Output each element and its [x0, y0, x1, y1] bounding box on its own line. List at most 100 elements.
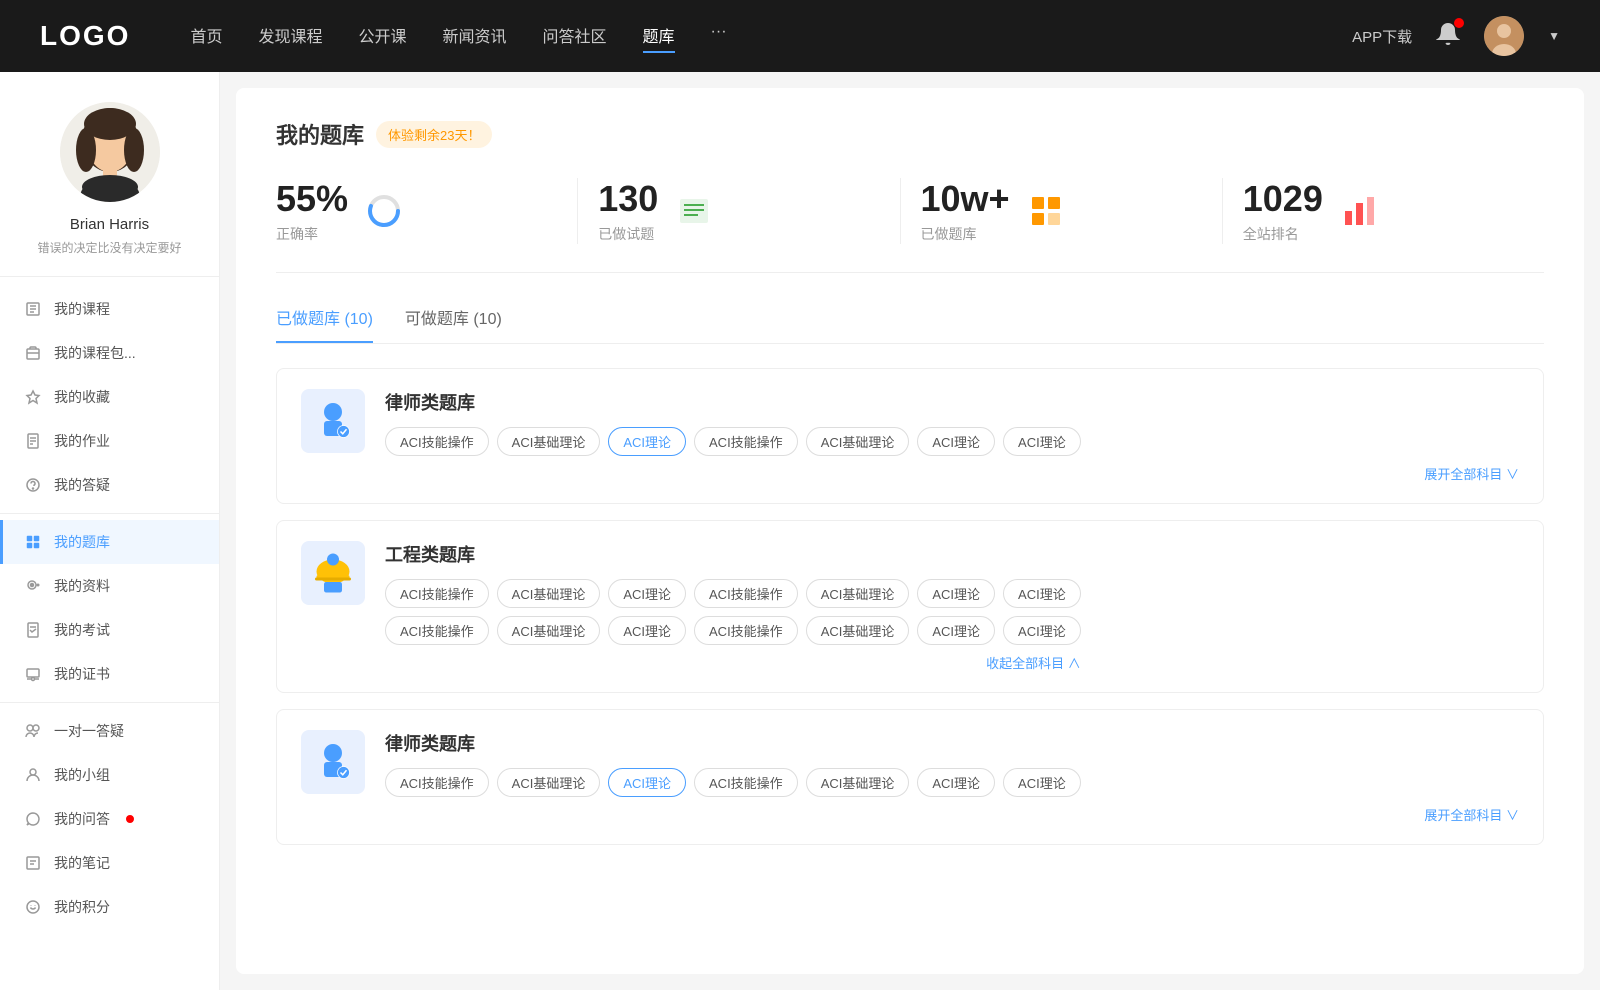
qbank-item-2: 工程类题库 ACI技能操作 ACI基础理论 ACI理论 ACI技能操作 ACI基…: [276, 520, 1544, 693]
tag-1-4[interactable]: ACI基础理论: [806, 427, 910, 456]
main-layout: Brian Harris 错误的决定比没有决定要好 我的课程: [0, 72, 1600, 990]
user-avatar[interactable]: [1484, 16, 1524, 56]
nav-link-home[interactable]: 首页: [190, 19, 222, 53]
sidebar-item-qanda[interactable]: 我的问答: [0, 797, 219, 841]
tag-1-1[interactable]: ACI基础理论: [497, 427, 601, 456]
qbank-item-3: 律师类题库 ACI技能操作 ACI基础理论 ACI理论 ACI技能操作 ACI基…: [276, 709, 1544, 845]
sidebar-label-cert: 我的证书: [54, 664, 110, 684]
grid-chart-icon: [1026, 191, 1066, 231]
tag-3-4[interactable]: ACI基础理论: [806, 768, 910, 797]
tag-3-0[interactable]: ACI技能操作: [385, 768, 489, 797]
cert-icon: [24, 665, 42, 683]
tag-2-ex-6[interactable]: ACI理论: [1003, 616, 1081, 645]
qa-icon: [24, 810, 42, 828]
qbank-icon-lawyer-3: [301, 730, 365, 794]
sidebar-item-material[interactable]: 我的资料: [0, 564, 219, 608]
qbank-tags-1: ACI技能操作 ACI基础理论 ACI理论 ACI技能操作 ACI基础理论 AC…: [385, 427, 1519, 456]
nav-link-qbank[interactable]: 题库: [643, 19, 675, 53]
sidebar-label-package: 我的课程包...: [54, 343, 136, 363]
bar-chart-icon: [1339, 191, 1379, 231]
qbank-content-1: 律师类题库 ACI技能操作 ACI基础理论 ACI理论 ACI技能操作 ACI基…: [385, 389, 1519, 483]
sidebar-item-cert[interactable]: 我的证书: [0, 652, 219, 696]
page-title: 我的题库: [276, 118, 364, 150]
tag-1-2[interactable]: ACI理论: [608, 427, 686, 456]
sidebar-item-exam[interactable]: 我的考试: [0, 608, 219, 652]
qbank-expand-3[interactable]: 展开全部科目 ∨: [385, 805, 1519, 824]
qbank-content-3: 律师类题库 ACI技能操作 ACI基础理论 ACI理论 ACI技能操作 ACI基…: [385, 730, 1519, 824]
tag-2-1[interactable]: ACI基础理论: [497, 579, 601, 608]
sidebar-label-homework: 我的作业: [54, 431, 110, 451]
nav-link-discover[interactable]: 发现课程: [258, 19, 322, 53]
user-dropdown-arrow[interactable]: ▼: [1548, 29, 1560, 43]
stat-label-correct: 正确率: [276, 224, 348, 244]
homework-icon: [24, 432, 42, 450]
navbar: LOGO 首页 发现课程 公开课 新闻资讯 问答社区 题库 ··· APP下载: [0, 0, 1600, 72]
stat-done-questions: 130 已做试题: [578, 178, 900, 244]
tag-2-ex-1[interactable]: ACI基础理论: [497, 616, 601, 645]
sidebar-item-answerq[interactable]: 我的答疑: [0, 463, 219, 507]
qbank-icon-engineer: [301, 541, 365, 605]
profile-section: Brian Harris 错误的决定比没有决定要好: [0, 72, 219, 277]
tag-3-6[interactable]: ACI理论: [1003, 768, 1081, 797]
tag-3-2[interactable]: ACI理论: [608, 768, 686, 797]
tag-2-0[interactable]: ACI技能操作: [385, 579, 489, 608]
nav-right: APP下载 ▼: [1352, 16, 1560, 56]
nav-logo[interactable]: LOGO: [40, 20, 130, 52]
tag-1-0[interactable]: ACI技能操作: [385, 427, 489, 456]
nav-link-opencourse[interactable]: 公开课: [358, 19, 406, 53]
qbank-expand-1[interactable]: 展开全部科目 ∨: [385, 464, 1519, 483]
user-name: Brian Harris: [70, 216, 149, 233]
qbank-title-2: 工程类题库: [385, 541, 1081, 567]
tag-2-ex-2[interactable]: ACI理论: [608, 616, 686, 645]
tag-1-5[interactable]: ACI理论: [917, 427, 995, 456]
nav-link-more[interactable]: ···: [711, 19, 727, 53]
material-icon: [24, 577, 42, 595]
tab-done[interactable]: 已做题库 (10): [276, 305, 373, 343]
list-chart-icon: [674, 191, 714, 231]
tag-3-5[interactable]: ACI理论: [917, 768, 995, 797]
tag-2-5[interactable]: ACI理论: [917, 579, 995, 608]
sidebar-label-answerq: 我的答疑: [54, 475, 110, 495]
tag-2-6[interactable]: ACI理论: [1003, 579, 1081, 608]
tag-1-3[interactable]: ACI技能操作: [694, 427, 798, 456]
sidebar-item-notes[interactable]: 我的笔记: [0, 841, 219, 885]
qbank-content-2: 工程类题库 ACI技能操作 ACI基础理论 ACI理论 ACI技能操作 ACI基…: [385, 541, 1081, 672]
qbank-expand-2[interactable]: 收起全部科目 ∧: [385, 653, 1081, 672]
sidebar-label-group: 我的小组: [54, 765, 110, 785]
tag-2-ex-4[interactable]: ACI基础理论: [806, 616, 910, 645]
course-icon: [24, 300, 42, 318]
tag-2-ex-0[interactable]: ACI技能操作: [385, 616, 489, 645]
sidebar-item-course[interactable]: 我的课程: [0, 287, 219, 331]
sidebar-item-homework[interactable]: 我的作业: [0, 419, 219, 463]
qa-notification-dot: [126, 815, 134, 823]
app-download-button[interactable]: APP下载: [1352, 26, 1412, 47]
tag-3-1[interactable]: ACI基础理论: [497, 768, 601, 797]
tag-2-2[interactable]: ACI理论: [608, 579, 686, 608]
tag-2-ex-3[interactable]: ACI技能操作: [694, 616, 798, 645]
exam-icon: [24, 621, 42, 639]
star-icon: [24, 388, 42, 406]
tag-1-6[interactable]: ACI理论: [1003, 427, 1081, 456]
sidebar-label-points: 我的积分: [54, 897, 110, 917]
sidebar-item-qbank[interactable]: 我的题库: [0, 520, 219, 564]
content-area: 我的题库 体验剩余23天！ 55% 正确率: [236, 88, 1584, 974]
notification-bell[interactable]: [1436, 22, 1460, 51]
sidebar-item-package[interactable]: 我的课程包...: [0, 331, 219, 375]
stat-correct-rate: 55% 正确率: [276, 178, 578, 244]
sidebar-item-points[interactable]: 我的积分: [0, 885, 219, 929]
tag-3-3[interactable]: ACI技能操作: [694, 768, 798, 797]
sidebar-label-exam: 我的考试: [54, 620, 110, 640]
stats-row: 55% 正确率 130 已做试题: [276, 178, 1544, 273]
sidebar-item-oneone[interactable]: 一对一答疑: [0, 709, 219, 753]
tag-2-4[interactable]: ACI基础理论: [806, 579, 910, 608]
tab-row: 已做题库 (10) 可做题库 (10): [276, 305, 1544, 344]
nav-link-qa[interactable]: 问答社区: [543, 19, 607, 53]
stat-done-banks: 10w+ 已做题库: [901, 178, 1223, 244]
sidebar-item-favorite[interactable]: 我的收藏: [0, 375, 219, 419]
sidebar-item-group[interactable]: 我的小组: [0, 753, 219, 797]
qbank-title-3: 律师类题库: [385, 730, 1519, 756]
nav-link-news[interactable]: 新闻资讯: [443, 19, 507, 53]
tab-available[interactable]: 可做题库 (10): [405, 305, 502, 343]
tag-2-ex-5[interactable]: ACI理论: [917, 616, 995, 645]
tag-2-3[interactable]: ACI技能操作: [694, 579, 798, 608]
